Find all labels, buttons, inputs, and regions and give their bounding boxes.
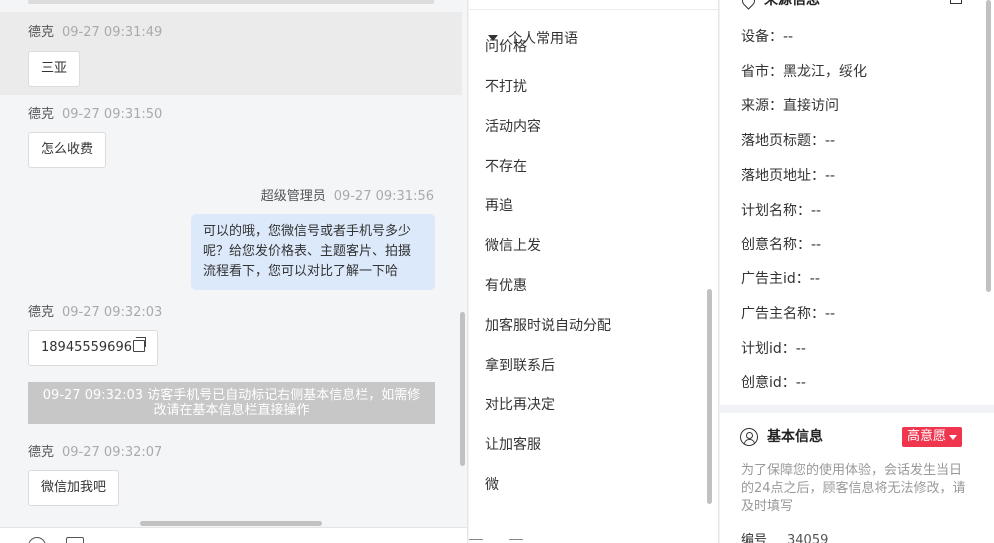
- message-time: 09-27 09:31:49: [62, 25, 163, 40]
- phrases-scrollbar[interactable]: [707, 289, 712, 504]
- phrase-item[interactable]: 拿到联系后: [485, 356, 555, 376]
- phrase-item[interactable]: 活动内容: [485, 117, 541, 137]
- system-notice: 09-27 09:32:03 访客手机号已自动标记右侧基本信息栏，如需修改请在基…: [28, 382, 435, 424]
- info-row-advertiser-id: 广告主id：--: [741, 271, 820, 287]
- message-time: 09-27 09:31:50: [62, 107, 163, 122]
- emoji-icon[interactable]: [28, 537, 46, 543]
- phrase-group-header[interactable]: 个人常用语: [469, 23, 709, 53]
- intent-level-label: 高意愿: [907, 429, 947, 444]
- phrase-group-title: 个人常用语: [508, 31, 578, 47]
- caret-down-icon: [949, 434, 958, 440]
- agent-message-bubble: 可以的哦，您微信号或者手机号多少呢？给您发价格表、主题客片、拍摄流程看下，您可以…: [191, 214, 435, 290]
- message-bubble: 18945559696: [28, 330, 158, 366]
- phrase-item[interactable]: 加客服时说自动分配: [485, 316, 611, 336]
- sender-name: 德克: [28, 25, 55, 40]
- sender-name: 德克: [28, 445, 55, 460]
- info-row-landing-title: 落地页标题：--: [741, 133, 836, 149]
- divider: [469, 9, 718, 10]
- message-header: 德克 09-27 09:31:49: [28, 25, 162, 41]
- chat-panel: 德克 09-27 09:31:49 三亚 德克 09-27 09:31:50 怎么收…: [0, 0, 468, 543]
- location-pin-icon: [739, 0, 758, 10]
- section-divider: [720, 405, 994, 413]
- user-icon: [740, 428, 758, 446]
- message-time: 09-27 09:32:03: [62, 305, 163, 320]
- phrase-item[interactable]: 微: [485, 475, 499, 495]
- phrase-item[interactable]: 不存在: [485, 157, 527, 177]
- message-header: 德克 09-27 09:32:07: [28, 445, 162, 461]
- minus-icon[interactable]: [509, 539, 523, 543]
- message-bubble: 三亚: [28, 51, 81, 87]
- info-row-creative-id: 创意id：--: [741, 375, 806, 391]
- message-time: 09-27 09:31:56: [333, 189, 434, 204]
- customer-id-row: 编号 34059: [741, 533, 828, 543]
- phone-number-text: 18945559696: [41, 340, 132, 355]
- message-bubble: 怎么收费: [28, 132, 107, 168]
- info-row-advertiser-name: 广告主名称：--: [741, 306, 836, 322]
- input-toolbar: [0, 527, 467, 543]
- info-row-plan-id: 计划id：--: [741, 341, 806, 357]
- phrase-item[interactable]: 微信上发: [485, 236, 541, 256]
- message-header: 德克 09-27 09:32:03: [28, 305, 162, 321]
- info-row-creative-name: 创意名称：--: [741, 237, 822, 253]
- phrase-item[interactable]: 再追: [485, 196, 513, 216]
- info-row-province: 省市：黑龙江，绥化: [741, 64, 867, 80]
- edit-deadline-notice: 为了保障您的使用体验，会话发生当日的24点之后，顾客信息将无法修改，请及时填写: [741, 463, 966, 514]
- phrase-item[interactable]: 有优惠: [485, 276, 527, 296]
- customer-id-label: 编号: [741, 533, 768, 543]
- info-scrollbar[interactable]: [986, 0, 991, 292]
- intent-level-dropdown[interactable]: 高意愿: [902, 427, 963, 447]
- copy-icon[interactable]: [132, 337, 146, 352]
- phrase-item[interactable]: 不打扰: [485, 77, 527, 97]
- info-row-plan-name: 计划名称：--: [741, 203, 822, 219]
- edit-icon[interactable]: [950, 0, 962, 4]
- phrase-item[interactable]: 对比再决定: [485, 395, 555, 415]
- minus-icon[interactable]: [469, 539, 483, 543]
- basic-info-label: 基本信息: [767, 429, 823, 445]
- customer-id-value: 34059: [787, 533, 829, 543]
- message-header: 德克 09-27 09:31:50: [28, 107, 162, 123]
- sender-name: 超级管理员: [260, 189, 326, 204]
- previous-message-edge: [28, 0, 434, 4]
- chat-scrollbar[interactable]: [460, 312, 465, 466]
- basic-info-title: 基本信息: [740, 428, 823, 446]
- source-info-title: 来源信息: [739, 0, 820, 10]
- phrase-item[interactable]: 让加客服: [485, 435, 541, 455]
- info-row-source: 来源：直接访问: [741, 98, 839, 114]
- phrases-panel: 问价格 个人常用语 不打扰 活动内容 不存在 再追 微信上发 有优惠 加客服时说…: [469, 0, 719, 543]
- message-time: 09-27 09:32:07: [62, 445, 163, 460]
- message-header: 超级管理员 09-27 09:31:56: [261, 189, 434, 205]
- info-panel: 来源信息 设备：-- 省市：黑龙江，绥化 来源：直接访问 落地页标题：-- 落地…: [720, 0, 994, 543]
- phrases-footer: [469, 528, 718, 543]
- info-row-landing-url: 落地页地址：--: [741, 168, 836, 184]
- chat-horizontal-scrollbar[interactable]: [140, 521, 322, 526]
- sender-name: 德克: [28, 107, 55, 122]
- file-icon[interactable]: [66, 537, 84, 543]
- info-row-device: 设备：--: [741, 29, 794, 45]
- message-bubble: 微信加我吧: [28, 470, 120, 506]
- source-info-label: 来源信息: [764, 0, 820, 8]
- sender-name: 德克: [28, 305, 55, 320]
- caret-down-icon: [488, 35, 498, 41]
